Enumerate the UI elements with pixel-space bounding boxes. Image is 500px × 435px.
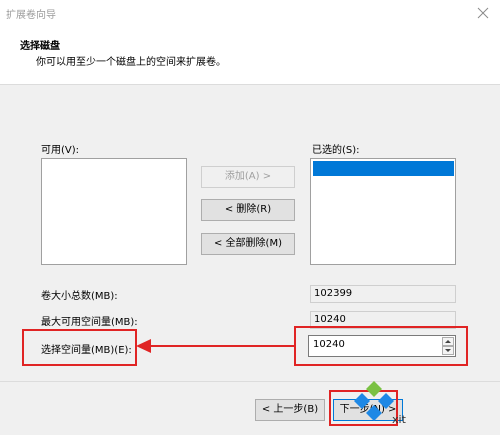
- disk-name: 磁盘 1: [333, 178, 363, 189]
- title-bar: 扩展卷向导: [0, 0, 500, 28]
- disk-size: 10240 MB: [381, 178, 433, 189]
- selected-label: 已选的(S):: [312, 145, 360, 156]
- total-size-label: 卷大小总数(MB):: [41, 291, 118, 302]
- page-subtitle: 你可以用至少一个磁盘上的空间来扩展卷。: [36, 57, 226, 68]
- back-button[interactable]: < 上一步(B): [255, 399, 325, 421]
- max-space-label: 最大可用空间量(MB):: [41, 317, 138, 328]
- add-button[interactable]: 添加(A) >: [201, 166, 295, 188]
- window-title: 扩展卷向导: [6, 10, 56, 21]
- wizard-header: 选择磁盘 你可以用至少一个磁盘上的空间来扩展卷。: [0, 28, 500, 85]
- watermark-text: xit: [392, 413, 406, 426]
- watermark-logo-icon: [354, 381, 394, 421]
- label-highlight-box: [22, 329, 137, 366]
- available-label: 可用(V):: [41, 145, 80, 156]
- stepper-highlight-box: [294, 326, 468, 366]
- page-title: 选择磁盘: [20, 41, 60, 52]
- remove-button[interactable]: < 删除(R): [201, 199, 295, 221]
- list-item[interactable]: 磁盘 1 10240 MB: [313, 161, 454, 189]
- total-size-value: 102399: [310, 285, 456, 303]
- remove-all-button[interactable]: < 全部删除(M): [201, 233, 295, 255]
- red-arrow-icon: [136, 339, 296, 353]
- selected-listbox[interactable]: 磁盘 1 10240 MB: [310, 158, 456, 265]
- wizard-footer: [0, 382, 500, 435]
- close-icon: [477, 7, 489, 19]
- available-listbox[interactable]: [41, 158, 187, 265]
- close-button[interactable]: [472, 2, 494, 24]
- extend-volume-wizard-window: 扩展卷向导 选择磁盘 你可以用至少一个磁盘上的空间来扩展卷。 可用(V): 添加…: [0, 0, 500, 435]
